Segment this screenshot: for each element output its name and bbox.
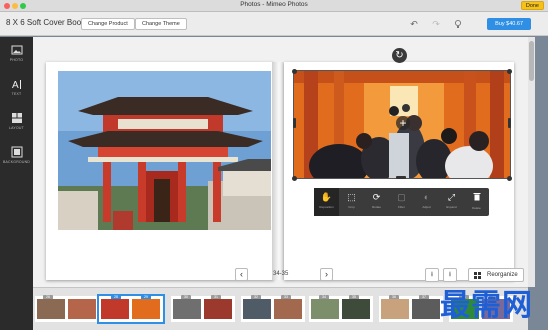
rotate-handle-icon[interactable]: ↻	[392, 48, 407, 63]
book-title: 8 X 6 Soft Cover Book	[6, 18, 86, 27]
sidebar-item-background[interactable]: BACKGROUND	[0, 143, 33, 173]
resize-handle-bottom-right[interactable]	[507, 176, 512, 181]
reorganize-label: Reorganize	[487, 272, 518, 278]
thumbnail	[204, 299, 232, 319]
grid-icon	[474, 272, 481, 279]
right-page[interactable]: + ↻ ✋ Reposition ⬚ Crop ⟳ Rotate ▢ Filte…	[284, 48, 514, 280]
lightbulb-icon[interactable]	[453, 19, 463, 29]
tool-label: Reposition	[319, 205, 334, 209]
chevron-right-icon: ›	[325, 269, 328, 279]
tool-label: Adjust	[422, 205, 431, 209]
workspace-scrollbar[interactable]	[528, 37, 535, 287]
change-theme-button[interactable]: Change Theme	[135, 18, 187, 30]
expand-tool[interactable]: ⤢ Expand	[439, 188, 464, 216]
reposition-tool[interactable]: ✋ Reposition	[314, 188, 339, 216]
photo-icon	[11, 43, 23, 55]
thumbnail	[412, 299, 440, 319]
thumbnail	[342, 299, 370, 319]
thumbnail	[173, 299, 201, 319]
add-page-icon: ⭳	[430, 271, 434, 278]
filmstrip-spread[interactable]: 34 35	[309, 295, 373, 322]
adjust-icon: ◐	[423, 192, 430, 202]
tool-label: Filter	[398, 205, 405, 209]
tool-label: Delete	[472, 206, 481, 210]
adjust-tool[interactable]: ◐ Adjust	[414, 188, 439, 216]
filmstrip-spread[interactable]: 36 37	[379, 295, 443, 322]
thumbnail	[132, 299, 160, 319]
text-icon: A	[11, 77, 23, 91]
window-title: Photos - Mimeo Photos	[240, 1, 308, 8]
filmstrip-spread[interactable]: 30 31	[171, 295, 235, 322]
tool-label: Expand	[446, 205, 457, 209]
crop-icon: ⬚	[347, 192, 356, 202]
thumbnail	[274, 299, 302, 319]
thumbnail	[381, 299, 409, 319]
svg-text:A: A	[12, 80, 19, 90]
done-button[interactable]: Done	[520, 1, 544, 10]
move-cursor-icon[interactable]: +	[396, 116, 410, 130]
sidebar-item-layout[interactable]: LAYOUT	[0, 109, 33, 139]
crop-tool[interactable]: ⬚ Crop	[339, 188, 364, 216]
left-sidebar: PHOTO A TEXT LAYOUT BACKGROUND	[0, 37, 33, 330]
sidebar-item-label: TEXT	[11, 92, 22, 96]
sidebar-item-label: LAYOUT	[9, 126, 24, 130]
right-page-photo[interactable]: +	[293, 70, 511, 179]
page-range-label: 34-35	[273, 271, 289, 277]
change-product-button[interactable]: Change Product	[81, 18, 135, 30]
resize-handle-top-right[interactable]	[507, 69, 512, 74]
buy-button[interactable]: Buy $40.67	[487, 18, 531, 30]
filter-icon: ▢	[397, 192, 406, 202]
resize-handle-right[interactable]	[508, 118, 511, 128]
scrollbar-thumb[interactable]	[529, 41, 534, 81]
tool-label: Rotate	[372, 205, 381, 209]
left-page[interactable]	[46, 62, 274, 280]
resize-handle-left[interactable]	[293, 118, 296, 128]
filmstrip-spread[interactable]: 32 33	[241, 295, 305, 322]
tool-label: Crop	[348, 205, 355, 209]
undo-icon[interactable]: ↶	[409, 19, 419, 29]
add-page-button[interactable]: ⭳	[425, 268, 439, 282]
thumbnail	[68, 299, 96, 319]
chevron-left-icon: ‹	[240, 269, 243, 279]
delete-tool[interactable]: Delete	[464, 188, 489, 216]
thumbnail	[101, 299, 129, 319]
rotate-tool[interactable]: ⟳ Rotate	[364, 188, 389, 216]
redo-icon[interactable]: ↷	[431, 19, 441, 29]
left-page-photo[interactable]	[58, 71, 271, 230]
thumbnail	[243, 299, 271, 319]
resize-handle-bottom[interactable]	[396, 176, 406, 179]
thumbnail	[37, 299, 65, 319]
watermark: 最需网	[440, 288, 533, 323]
sidebar-item-text[interactable]: A TEXT	[0, 75, 33, 105]
filmstrip-spread[interactable]: 28 29	[97, 294, 165, 324]
expand-icon: ⤢	[447, 192, 456, 202]
book-workspace: + ↻ ✋ Reposition ⬚ Crop ⟳ Rotate ▢ Filte…	[33, 37, 528, 287]
sidebar-item-label: BACKGROUND	[2, 160, 31, 164]
hand-icon: ✋	[320, 192, 333, 202]
layout-icon	[11, 111, 23, 123]
photo-edit-toolbar: ✋ Reposition ⬚ Crop ⟳ Rotate ▢ Filter ◐	[314, 188, 489, 216]
toolbar: 8 X 6 Soft Cover Book Change Product Cha…	[0, 12, 548, 36]
window-titlebar: Photos - Mimeo Photos Done	[0, 0, 548, 12]
sidebar-item-label: PHOTO	[9, 58, 24, 62]
rotate-icon: ⟳	[372, 192, 381, 202]
sidebar-item-photo[interactable]: PHOTO	[0, 41, 33, 71]
resize-handle-bottom-left[interactable]	[292, 176, 297, 181]
book-spread: + ↻ ✋ Reposition ⬚ Crop ⟳ Rotate ▢ Filte…	[46, 48, 514, 280]
filmstrip-spread[interactable]: 26	[35, 295, 99, 322]
thumbnail	[311, 299, 339, 319]
previous-spread-button[interactable]: ‹	[235, 268, 248, 281]
next-spread-button[interactable]: ›	[320, 268, 333, 281]
background-icon	[11, 145, 23, 158]
resize-handle-top-left[interactable]	[292, 69, 297, 74]
filter-tool[interactable]: ▢ Filter	[389, 188, 414, 216]
trash-icon	[464, 192, 489, 204]
remove-page-icon: ⭳	[448, 271, 452, 278]
